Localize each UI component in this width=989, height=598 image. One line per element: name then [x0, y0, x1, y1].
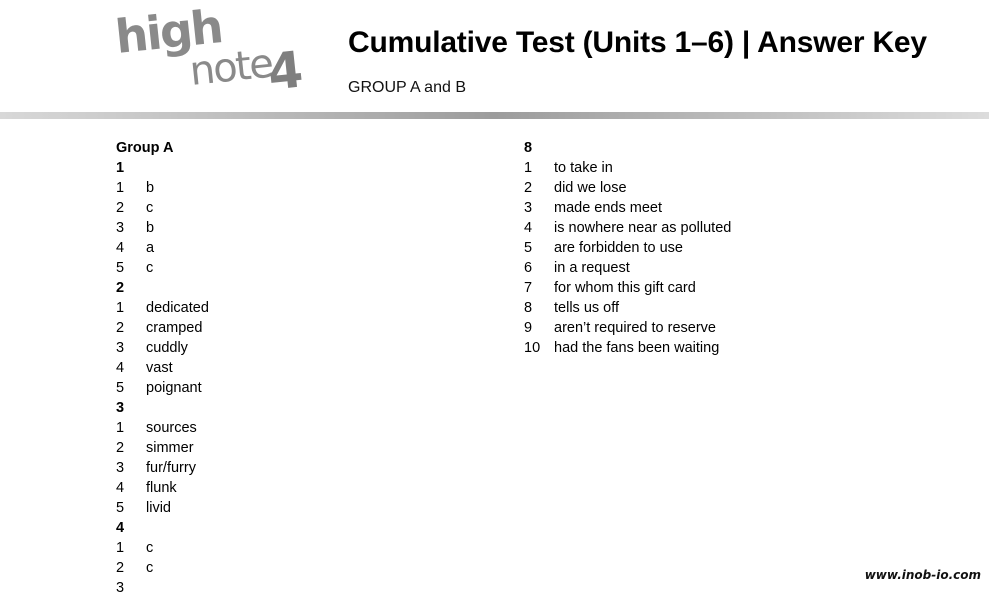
answer-row: 3 fur/furry — [116, 458, 209, 478]
item-number: 2 — [116, 440, 125, 456]
exercise-number: 2 — [116, 280, 125, 296]
answer-row: 5 are forbidden to use — [524, 238, 731, 258]
item-number: 5 — [116, 260, 125, 276]
answer-text: c — [146, 540, 154, 556]
item-number: 7 — [524, 280, 533, 296]
answer-text: flunk — [146, 480, 177, 496]
header-divider — [0, 112, 989, 119]
answer-text: did we lose — [554, 180, 627, 196]
answer-row: 5c — [116, 258, 209, 278]
page-title: Cumulative Test (Units 1–6) | Answer Key — [348, 26, 927, 59]
item-number: 4 — [116, 480, 125, 496]
item-number: 10 — [524, 340, 541, 356]
answer-row: 2 simmer — [116, 438, 209, 458]
answer-text: b — [146, 180, 155, 196]
logo-level: 4 — [265, 40, 306, 102]
item-number: 5 — [116, 380, 125, 396]
item-number: 8 — [524, 300, 533, 316]
item-number: 3 — [116, 340, 125, 356]
exercise-number: 4 — [116, 520, 125, 536]
answer-text: sources — [146, 420, 197, 436]
logo-note: note — [187, 40, 274, 95]
answer-text: is nowhere near as polluted — [554, 220, 732, 236]
answer-row: 4a — [116, 238, 209, 258]
page-subtitle: GROUP A and B — [348, 79, 466, 96]
answer-row: 4 vast — [116, 358, 209, 378]
group-title: Group A — [116, 140, 174, 156]
answer-text: c — [146, 260, 154, 276]
item-number: 9 — [524, 320, 533, 336]
answer-row: 3 — [116, 578, 209, 598]
exercise-number: 1 — [116, 160, 125, 176]
answer-row: 4 flunk — [116, 478, 209, 498]
answer-text: cuddly — [146, 340, 188, 356]
answer-row: 1 to take in — [524, 158, 731, 178]
answer-row: 1 sources — [116, 418, 209, 438]
exercise-number: 3 — [116, 400, 125, 416]
item-number: 6 — [524, 260, 533, 276]
right-column: 8 1 to take in 2 did we lose 3 made ends meet 4… — [524, 138, 731, 358]
exercise-number: 8 — [524, 140, 533, 156]
item-number: 2 — [116, 560, 125, 576]
answer-text: c — [146, 200, 154, 216]
item-number: 5 — [524, 240, 533, 256]
answer-text: aren’t required to reserve — [554, 320, 716, 336]
answer-row: 8 tells us off — [524, 298, 731, 318]
item-number: 2 — [524, 180, 533, 196]
item-number: 1 — [116, 540, 125, 556]
item-number: 1 — [116, 180, 125, 196]
item-number: 2 — [116, 320, 125, 336]
answer-text: for whom this gift card — [554, 280, 696, 296]
item-number: 3 — [116, 460, 125, 476]
answer-text: made ends meet — [554, 200, 663, 216]
high-note-logo: high note 4 — [113, 0, 318, 102]
answer-text: b — [146, 220, 155, 236]
answer-row: 4 is nowhere near as polluted — [524, 218, 731, 238]
answer-text: to take in — [554, 160, 613, 176]
answer-text: in a request — [554, 260, 630, 276]
answer-row: 6 in a request — [524, 258, 731, 278]
answer-row: 5 livid — [116, 498, 209, 518]
answer-row: 10 had the fans been waiting — [524, 338, 731, 358]
answer-text: tells us off — [554, 300, 620, 316]
item-number: 1 — [116, 300, 125, 316]
answer-text: vast — [146, 360, 173, 376]
answer-row: 2c — [116, 198, 209, 218]
watermark: www.inob-io.com — [864, 568, 981, 582]
answer-text: fur/furry — [146, 460, 196, 476]
answer-text: cramped — [146, 320, 203, 336]
answer-row: 2c — [116, 558, 209, 578]
answer-row: 1c — [116, 538, 209, 558]
answer-row: 3 cuddly — [116, 338, 209, 358]
item-number: 3 — [524, 200, 533, 216]
answer-row: 2 cramped — [116, 318, 209, 338]
item-number: 4 — [116, 240, 125, 256]
answer-row: 5 poignant — [116, 378, 209, 398]
answer-text: simmer — [146, 440, 194, 456]
answer-row: 3 made ends meet — [524, 198, 731, 218]
answer-text: dedicated — [146, 300, 209, 316]
left-column: Group A 1 1 b 2 c 3 b 4 a 5 c 2 1 dedicated 2 cramped 3 c… — [116, 138, 209, 598]
item-number: 1 — [116, 420, 125, 436]
answer-text: c — [146, 560, 154, 576]
item-number: 3 — [116, 220, 125, 236]
answer-row: 9 aren’t required to reserve — [524, 318, 731, 338]
item-number: 2 — [116, 200, 125, 216]
item-number: 4 — [524, 220, 533, 236]
answer-row: 3b — [116, 218, 209, 238]
answer-row: 1b — [116, 178, 209, 198]
answer-text: had the fans been waiting — [554, 340, 720, 356]
answer-text: livid — [146, 500, 171, 516]
answer-row: 1 dedicated — [116, 298, 209, 318]
answer-row: 7 for whom this gift card — [524, 278, 731, 298]
answer-text: poignant — [146, 380, 202, 396]
answer-row: 2 did we lose — [524, 178, 731, 198]
answer-text: a — [146, 240, 155, 256]
item-number: 3 — [116, 580, 125, 596]
item-number: 4 — [116, 360, 125, 376]
answer-text: are forbidden to use — [554, 240, 683, 256]
item-number: 5 — [116, 500, 125, 516]
item-number: 1 — [524, 160, 533, 176]
